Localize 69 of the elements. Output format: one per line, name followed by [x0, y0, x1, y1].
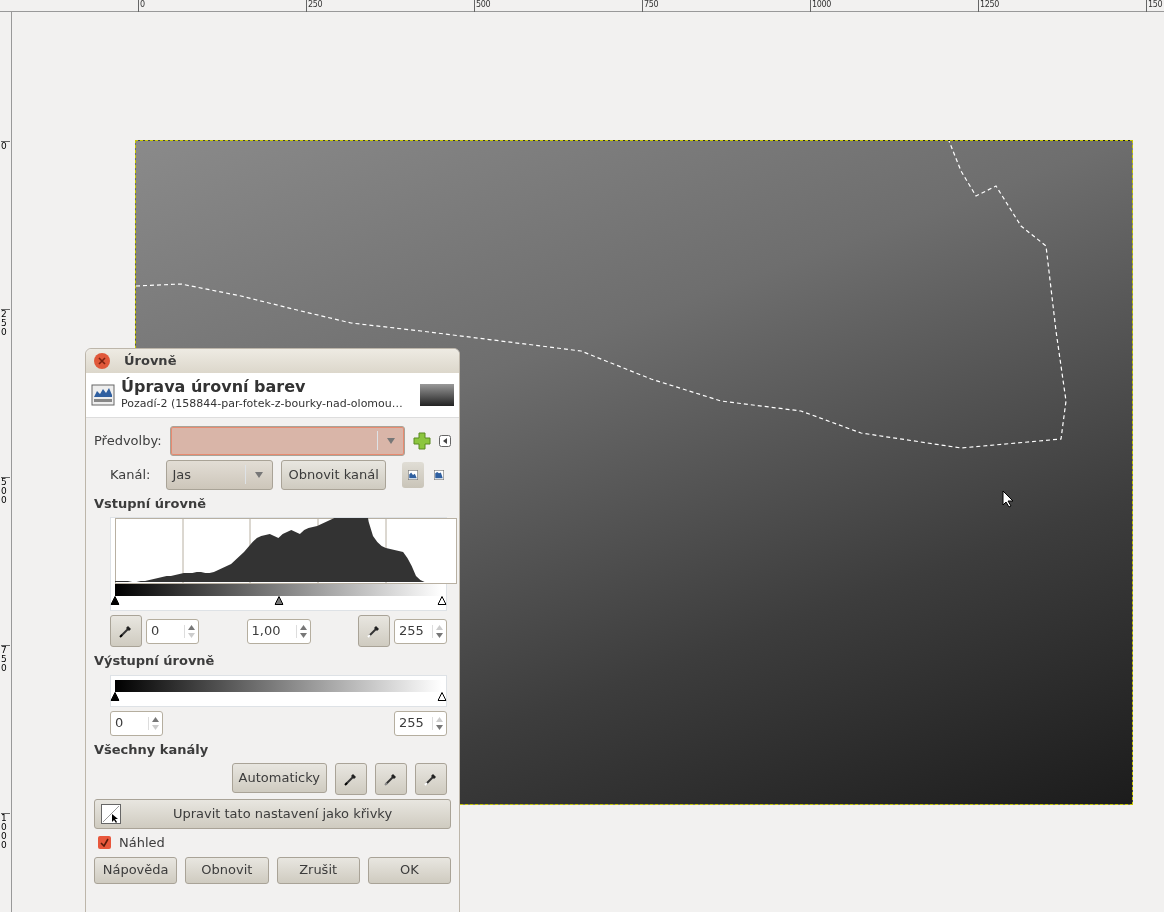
window-title: Úrovně [124, 352, 177, 371]
close-button[interactable] [94, 353, 110, 369]
auto-button[interactable]: Automaticky [231, 763, 327, 793]
dialog-heading: Úprava úrovní barev [121, 377, 307, 396]
preview-checkbox[interactable]: Náhled [98, 833, 451, 853]
mouse-cursor-icon [1002, 490, 1014, 508]
spin-up-icon [299, 624, 307, 630]
image-thumbnail [420, 383, 454, 406]
ruler-label: 150 [1146, 0, 1163, 12]
eyedropper-button[interactable] [415, 763, 447, 795]
edit-as-curves-button[interactable]: Upravit tato nastavení jako křivky [94, 799, 451, 829]
eyedropper-icon [366, 623, 382, 639]
check-icon [100, 838, 109, 848]
dialog-button[interactable]: Zrušit [276, 856, 360, 884]
eyedropper-icon [118, 623, 134, 639]
ruler-label: 1000 [810, 0, 832, 12]
spin-down-icon [436, 724, 443, 730]
channel-label: Kanál: [110, 465, 151, 484]
reset-channel-button[interactable]: Obnovit kanál [281, 459, 386, 490]
slider-handle[interactable] [437, 691, 447, 701]
dropdown-caret-icon [386, 437, 396, 446]
ruler-label: 250 [306, 0, 323, 12]
eyedropper-button[interactable] [335, 763, 367, 795]
ruler-label: 1000 [1, 813, 10, 850]
spin-down-icon [299, 632, 307, 638]
eyedropper-icon [383, 771, 399, 787]
eyedropper-icon [423, 771, 439, 787]
ruler-label: 750 [642, 0, 659, 12]
eyedropper-button[interactable] [375, 763, 407, 795]
spin-down-icon [436, 632, 443, 638]
ruler-label: 0 [138, 0, 145, 12]
slider-handle[interactable] [110, 691, 120, 701]
eyedropper-button[interactable] [358, 615, 390, 647]
spin-down-icon [152, 724, 159, 730]
ruler-label: 250 [1, 309, 10, 337]
levels-tool-icon [91, 382, 115, 407]
layer-name: Pozadí-2 (158844-par-fotek-z-bourky-nad-olomou… [121, 396, 404, 412]
eyedropper-icon [343, 771, 359, 787]
dialog-button[interactable]: OK [367, 856, 451, 884]
histogram-mode-button[interactable] [401, 461, 424, 488]
section-title: Vstupní úrovně [94, 494, 207, 513]
spin-field[interactable]: 0 [146, 618, 199, 644]
ruler-label: 0 [1, 141, 10, 151]
slider-handle[interactable] [437, 596, 447, 605]
spin-up-icon [188, 624, 195, 630]
section-title: Výstupní úrovně [94, 652, 216, 670]
section-title: Všechny kanály [94, 740, 210, 759]
spin-up-icon [436, 624, 443, 630]
spin-field[interactable]: 1,00 [246, 618, 311, 644]
dialog-button[interactable]: Nápověda [94, 856, 178, 884]
channel-dropdown[interactable]: Jas [166, 459, 274, 490]
spin-up-icon [152, 716, 159, 722]
ruler-label: 500 [474, 0, 491, 12]
ruler-label: 500 [1, 477, 10, 505]
slider-handle[interactable] [110, 596, 120, 605]
spin-field[interactable]: 0 [110, 710, 163, 736]
dropdown-caret-icon [254, 471, 265, 480]
presets-label: Předvolby: [94, 431, 162, 450]
spin-field[interactable]: 255 [394, 710, 447, 736]
ruler-label: 750 [1, 645, 10, 673]
plus-icon [413, 432, 431, 450]
spin-field[interactable]: 255 [394, 618, 447, 644]
spin-up-icon [436, 716, 443, 722]
curves-icon [101, 804, 121, 824]
close-icon [98, 357, 106, 365]
dialog-button[interactable]: Obnovit [185, 856, 269, 884]
eyedropper-button[interactable] [110, 615, 142, 647]
ruler-label: 1250 [978, 0, 1000, 12]
spin-down-icon [188, 632, 195, 638]
